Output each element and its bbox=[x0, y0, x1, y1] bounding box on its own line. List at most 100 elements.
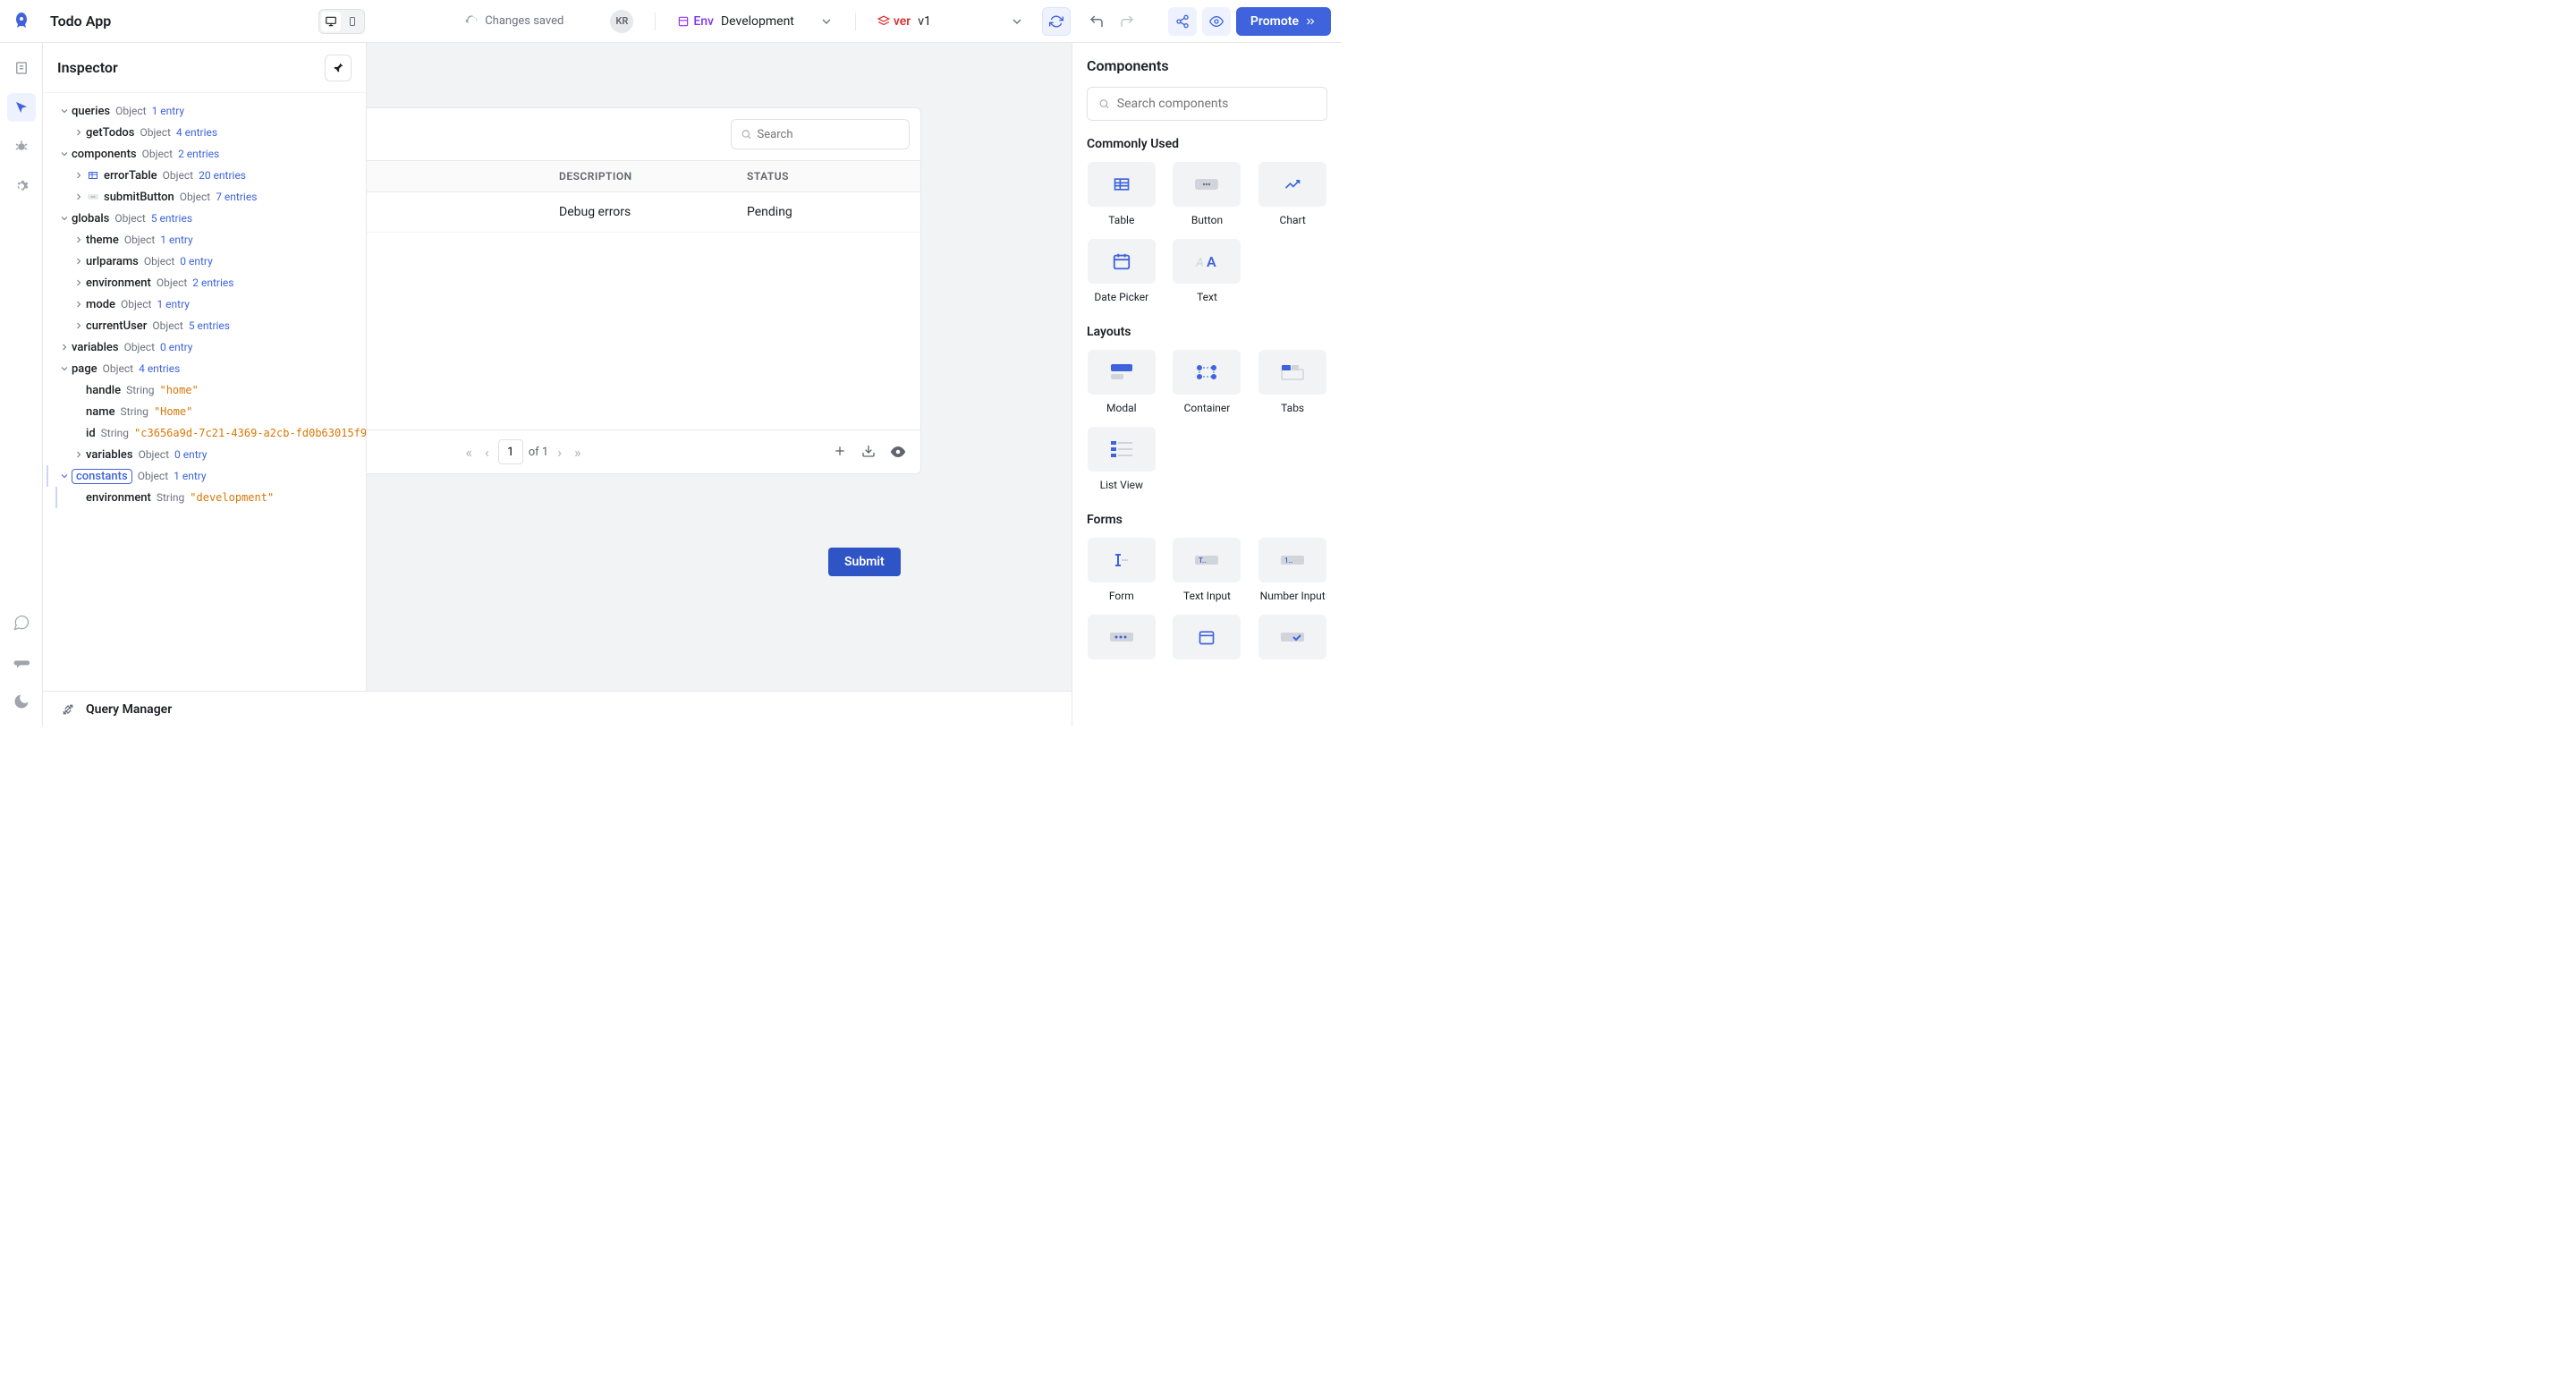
tree-row-currentuser[interactable]: currentUser Object 5 entries bbox=[47, 315, 359, 336]
tree-row-urlparams[interactable]: urlparams Object 0 entry bbox=[47, 251, 359, 272]
mobile-view-button[interactable] bbox=[343, 12, 362, 31]
password-icon bbox=[1088, 615, 1156, 659]
component-extra1[interactable] bbox=[1087, 615, 1157, 667]
pager-next-icon[interactable]: › bbox=[554, 440, 565, 464]
component-table[interactable]: Table bbox=[1087, 162, 1157, 226]
pager-prev-icon[interactable]: ‹ bbox=[481, 440, 493, 464]
tree-row-mode[interactable]: mode Object 1 entry bbox=[47, 293, 359, 315]
download-icon[interactable] bbox=[861, 444, 876, 460]
preview-button[interactable] bbox=[1202, 7, 1231, 36]
tree-row-constants[interactable]: constants Object 1 entry bbox=[47, 465, 359, 487]
table-icon bbox=[1088, 162, 1156, 207]
table-search-input[interactable] bbox=[758, 128, 900, 141]
tree-row-components[interactable]: components Object 2 entries bbox=[47, 143, 359, 165]
logo-icon[interactable] bbox=[11, 11, 32, 32]
device-toggle bbox=[318, 9, 365, 34]
forms-grid: Form T.. Text Input 1.. Number Input bbox=[1087, 538, 1327, 667]
left-rail bbox=[0, 43, 43, 727]
tree-row-variables[interactable]: variables Object 0 entry bbox=[47, 336, 359, 358]
submit-button[interactable]: Submit bbox=[828, 548, 901, 576]
rail-pages-icon[interactable] bbox=[7, 54, 36, 82]
sync-button[interactable] bbox=[1042, 7, 1071, 36]
env-icon bbox=[677, 15, 690, 28]
pager: « ‹ of 1 › » bbox=[367, 439, 826, 464]
tree-row-handle[interactable]: handle String "home" bbox=[47, 379, 359, 401]
desktop-view-button[interactable] bbox=[321, 12, 341, 31]
svg-text:T..: T.. bbox=[1199, 557, 1207, 565]
user-avatar[interactable]: KR bbox=[610, 10, 633, 33]
table-col-status[interactable]: STATUS bbox=[733, 161, 920, 191]
chevron-right-icon bbox=[57, 342, 72, 353]
pager-first-icon[interactable]: « bbox=[462, 440, 476, 464]
component-form[interactable]: Form bbox=[1087, 538, 1157, 602]
pin-button[interactable] bbox=[325, 55, 352, 81]
rail-inspector-icon[interactable] bbox=[7, 93, 36, 122]
version-selector[interactable]: ver v1 bbox=[877, 14, 1024, 29]
component-extra2[interactable] bbox=[1173, 615, 1242, 667]
add-row-icon[interactable] bbox=[833, 444, 847, 460]
component-textinput[interactable]: T.. Text Input bbox=[1173, 538, 1242, 602]
rail-settings-icon[interactable] bbox=[7, 172, 36, 200]
search-icon bbox=[741, 128, 752, 140]
rail-message-icon[interactable] bbox=[7, 648, 36, 676]
visibility-icon[interactable] bbox=[890, 444, 906, 460]
component-modal[interactable]: Modal bbox=[1087, 350, 1157, 414]
pager-input[interactable] bbox=[498, 439, 523, 464]
env-selector[interactable]: Env Development bbox=[677, 14, 834, 29]
container-icon bbox=[1173, 350, 1241, 395]
undo-button[interactable] bbox=[1084, 9, 1109, 34]
components-search-input[interactable] bbox=[1117, 97, 1316, 111]
rail-theme-icon[interactable] bbox=[7, 687, 36, 716]
promote-button[interactable]: Promote bbox=[1236, 7, 1331, 36]
tree-row-globals[interactable]: globals Object 5 entries bbox=[47, 208, 359, 229]
tree-row-queries[interactable]: queries Object 1 entry bbox=[47, 100, 359, 122]
app-title[interactable]: Todo App bbox=[50, 13, 111, 30]
component-datepicker[interactable]: Date Picker bbox=[1087, 239, 1157, 303]
tree-row-errortable[interactable]: errorTable Object 20 entries bbox=[47, 165, 359, 186]
query-manager-bar[interactable]: Query Manager bbox=[43, 691, 1072, 727]
rail-chat-icon[interactable] bbox=[7, 608, 36, 637]
svg-text:A: A bbox=[1207, 253, 1216, 270]
component-tabs[interactable]: Tabs bbox=[1258, 350, 1327, 414]
component-button[interactable]: Button bbox=[1173, 162, 1242, 226]
component-text[interactable]: AA Text bbox=[1173, 239, 1242, 303]
table-col-description[interactable]: DESCRIPTION bbox=[545, 161, 733, 191]
chevron-right-icon bbox=[72, 277, 86, 288]
expand-icon[interactable] bbox=[61, 702, 75, 717]
components-search[interactable] bbox=[1087, 87, 1327, 121]
table-row[interactable]: onsole errors Debug errors Pending bbox=[367, 192, 920, 233]
tree-row-page-variables[interactable]: variables Object 0 entry bbox=[47, 444, 359, 465]
chevron-down-icon bbox=[1010, 14, 1024, 29]
component-listview[interactable]: List View bbox=[1087, 427, 1157, 491]
table-widget[interactable]: DESCRIPTION STATUS onsole errors Debug e… bbox=[367, 107, 921, 474]
table-col-title[interactable] bbox=[367, 161, 545, 191]
table-cell-description: Debug errors bbox=[545, 192, 733, 232]
component-numberinput[interactable]: 1.. Number Input bbox=[1258, 538, 1327, 602]
chevron-down-icon bbox=[819, 14, 834, 29]
tree-row-submitbutton[interactable]: submitButton Object 7 entries bbox=[47, 186, 359, 208]
chevron-right-icon bbox=[72, 320, 86, 331]
component-container[interactable]: Container bbox=[1173, 350, 1242, 414]
canvas-area[interactable]: DESCRIPTION STATUS onsole errors Debug e… bbox=[367, 43, 1072, 691]
tree-row-id[interactable]: id String "c3656a9d-7c21-4369-a2cb-fd0b6… bbox=[47, 422, 359, 444]
redo-button[interactable] bbox=[1114, 9, 1140, 34]
tree-row-name[interactable]: name String "Home" bbox=[47, 401, 359, 422]
ver-value: v1 bbox=[918, 14, 931, 29]
common-grid: Table Button Chart Date Picker AA Text bbox=[1087, 162, 1327, 303]
table-search-box[interactable] bbox=[731, 119, 910, 149]
table-icon bbox=[86, 169, 100, 182]
chart-icon bbox=[1258, 162, 1326, 207]
pager-last-icon[interactable]: » bbox=[571, 440, 585, 464]
rail-bug-icon[interactable] bbox=[7, 132, 36, 161]
components-panel: Components Commonly Used Table Button Ch… bbox=[1072, 43, 1342, 727]
tree-row-theme[interactable]: theme Object 1 entry bbox=[47, 229, 359, 251]
share-button[interactable] bbox=[1168, 7, 1197, 36]
table-toolbar bbox=[367, 108, 920, 160]
tree-row-gettodos[interactable]: getTodos Object 4 entries bbox=[47, 122, 359, 143]
tree-row-environment-global[interactable]: environment Object 2 entries bbox=[47, 272, 359, 293]
tree-row-constants-environment[interactable]: environment String "development" bbox=[55, 487, 359, 508]
table-empty-area bbox=[367, 233, 920, 429]
component-chart[interactable]: Chart bbox=[1258, 162, 1327, 226]
component-extra3[interactable] bbox=[1258, 615, 1327, 667]
tree-row-page[interactable]: page Object 4 entries bbox=[47, 358, 359, 379]
